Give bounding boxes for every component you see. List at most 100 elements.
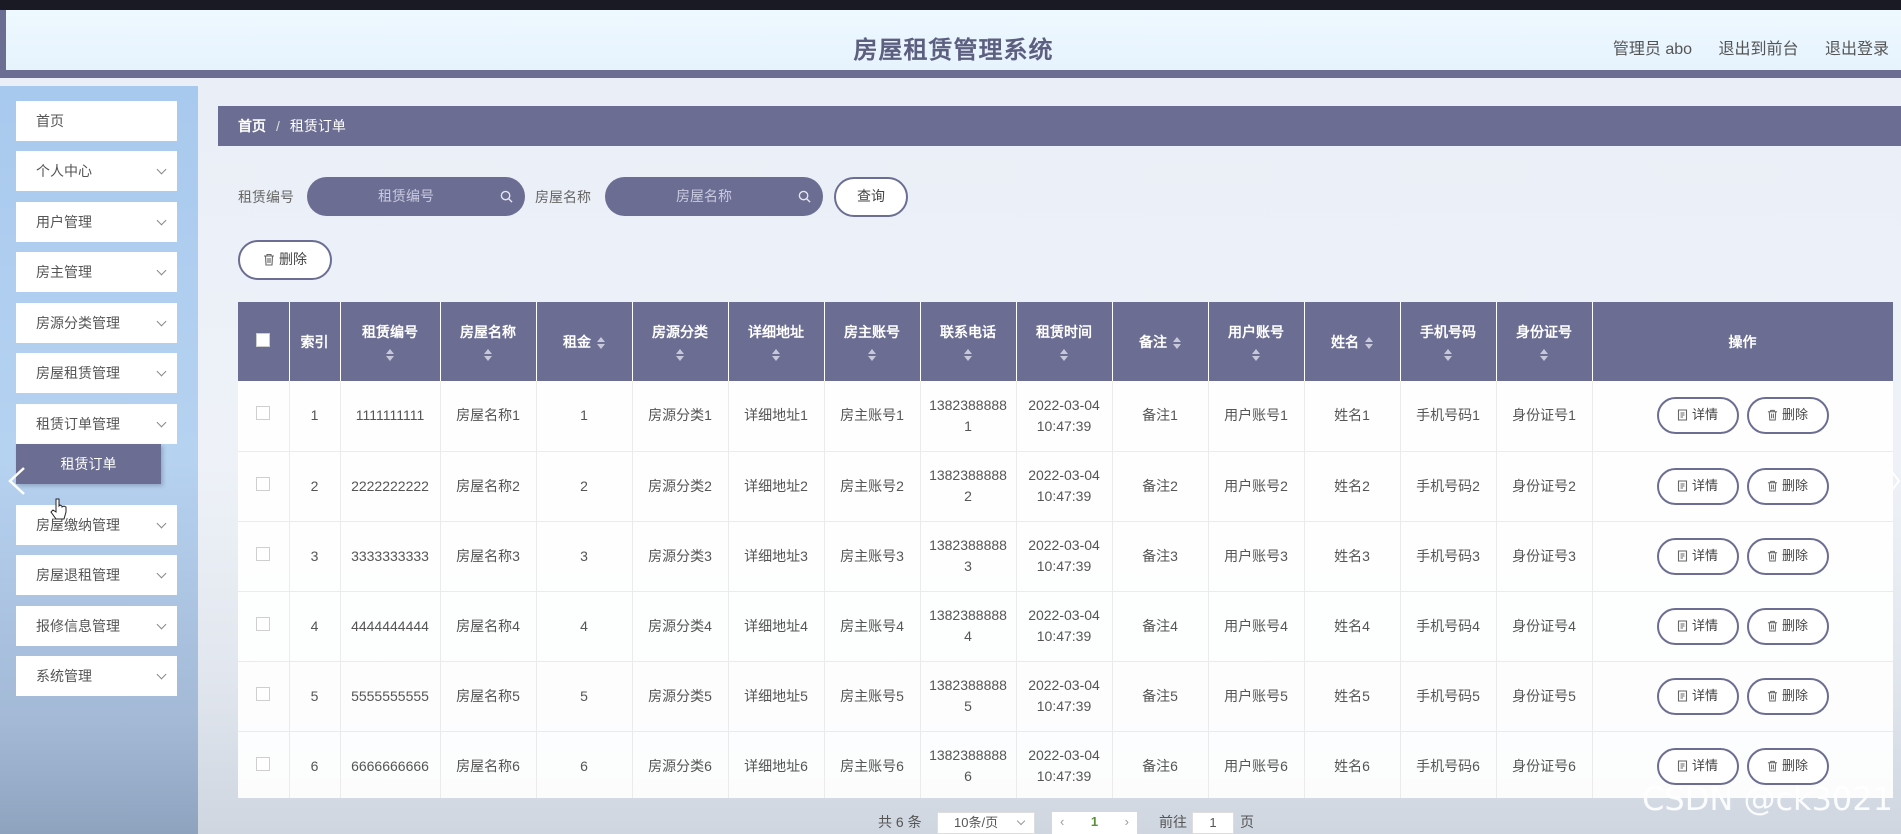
- detail-button[interactable]: 详情: [1656, 397, 1739, 435]
- delete-button[interactable]: 删除: [1746, 747, 1829, 785]
- sort-icon[interactable]: [964, 348, 972, 361]
- row-checkbox[interactable]: [256, 406, 271, 421]
- table-cell: 13823888886: [920, 731, 1017, 798]
- sidebar-subitem-lease-orders[interactable]: 租赁订单: [16, 444, 161, 484]
- sidebar-item-label: 用户管理: [36, 214, 92, 230]
- order-number-input[interactable]: 租赁编号: [307, 177, 525, 216]
- table-cell: 2022-03-04 10:47:39: [1016, 381, 1113, 452]
- table-cell: 身份证号3: [1496, 521, 1593, 592]
- row-checkbox[interactable]: [256, 616, 271, 631]
- select-all-checkbox[interactable]: [256, 333, 271, 347]
- column-header[interactable]: 房主账号: [824, 302, 921, 381]
- sort-icon[interactable]: [676, 348, 684, 361]
- back-to-front-link[interactable]: 退出到前台: [1719, 41, 1799, 58]
- row-checkbox[interactable]: [256, 476, 271, 491]
- table-cell: 身份证号5: [1496, 661, 1593, 732]
- table-cell: 详细地址6: [728, 731, 825, 798]
- table-cell: 姓名4: [1304, 591, 1401, 662]
- sidebar-item-personal-center[interactable]: 个人中心: [16, 151, 177, 191]
- detail-button[interactable]: 详情: [1656, 607, 1739, 645]
- table-row[interactable]: 1 1111111111 房屋名称1 1 房源分类1 详细地址1 房主账号1 13823888…: [238, 381, 1893, 452]
- sort-icon[interactable]: [1365, 336, 1373, 349]
- sort-icon[interactable]: [1173, 336, 1181, 349]
- row-select-cell: [238, 381, 290, 452]
- trash-icon: [1767, 690, 1778, 702]
- column-header: 操作: [1592, 302, 1893, 381]
- column-header[interactable]: 租赁编号: [340, 302, 441, 381]
- page-unit-label: 页: [1240, 814, 1254, 830]
- sort-icon[interactable]: [1060, 348, 1068, 361]
- column-header[interactable]: 租金: [536, 302, 633, 381]
- column-header[interactable]: 姓名: [1304, 302, 1401, 381]
- column-header[interactable]: 备注: [1112, 302, 1209, 381]
- logout-link[interactable]: 退出登录: [1825, 41, 1889, 58]
- delete-button[interactable]: 删除: [1746, 467, 1829, 505]
- goto-page-input[interactable]: 1: [1192, 812, 1234, 834]
- sort-icon[interactable]: [484, 348, 492, 361]
- sidebar-item-label: 租赁订单管理: [36, 416, 120, 432]
- bulk-delete-button[interactable]: 删除: [238, 240, 332, 280]
- sort-icon[interactable]: [597, 336, 605, 349]
- column-header-label: 索引: [300, 333, 329, 350]
- delete-button[interactable]: 删除: [1746, 397, 1829, 435]
- sidebar-item-landlord-management[interactable]: 房主管理: [16, 252, 177, 292]
- column-header[interactable]: 身份证号: [1496, 302, 1593, 381]
- table-row[interactable]: 5 5555555555 房屋名称5 5 房源分类5 详细地址5 房主账号5 13823888…: [238, 661, 1893, 732]
- table-cell: 1: [536, 381, 633, 452]
- sort-icon[interactable]: [1252, 348, 1260, 361]
- delete-button[interactable]: 删除: [1746, 677, 1829, 715]
- search-icon: [798, 190, 811, 203]
- row-checkbox[interactable]: [256, 546, 271, 561]
- next-page-icon[interactable]: ›: [1125, 812, 1129, 832]
- carousel-prev-arrow-icon[interactable]: [6, 466, 28, 496]
- sidebar-item-home[interactable]: 首页: [16, 101, 177, 141]
- lease-orders-table: 索引 租赁编号 房屋名称 租金 房源分类 详细地址 房主账号 联系电话 租赁时间 备注 用户账号 姓名…: [238, 302, 1893, 798]
- detail-button[interactable]: 详情: [1656, 677, 1739, 715]
- prev-page-icon[interactable]: ‹: [1060, 812, 1064, 832]
- sidebar-item-lease-order-management[interactable]: 租赁订单管理: [16, 404, 177, 444]
- sort-icon[interactable]: [1444, 348, 1452, 361]
- delete-button[interactable]: 删除: [1746, 607, 1829, 645]
- row-checkbox[interactable]: [256, 686, 271, 701]
- sidebar-item-repair-info-management[interactable]: 报修信息管理: [16, 606, 177, 646]
- current-page-number[interactable]: 1: [1091, 814, 1098, 829]
- sidebar-item-house-rental-management[interactable]: 房屋租赁管理: [16, 353, 177, 393]
- column-header[interactable]: 租赁时间: [1016, 302, 1113, 381]
- detail-button[interactable]: 详情: [1656, 747, 1739, 785]
- table-cell: 房源分类2: [632, 451, 729, 522]
- sidebar-item-user-management[interactable]: 用户管理: [16, 202, 177, 242]
- carousel-next-arrow-icon[interactable]: [1887, 466, 1901, 496]
- breadcrumb-home[interactable]: 首页: [238, 118, 266, 134]
- detail-button[interactable]: 详情: [1656, 467, 1739, 505]
- table-row[interactable]: 4 4444444444 房屋名称4 4 房源分类4 详细地址4 房主账号4 13823888…: [238, 591, 1893, 662]
- sort-icon[interactable]: [772, 348, 780, 361]
- table-row[interactable]: 3 3333333333 房屋名称3 3 房源分类3 详细地址3 房主账号3 13823888…: [238, 521, 1893, 592]
- sort-icon[interactable]: [386, 348, 394, 361]
- column-header[interactable]: 手机号码: [1400, 302, 1497, 381]
- column-header[interactable]: 房源分类: [632, 302, 729, 381]
- column-header[interactable]: 详细地址: [728, 302, 825, 381]
- table-cell: 用户账号1: [1208, 381, 1305, 452]
- table-cell: 13823888884: [920, 591, 1017, 662]
- column-header-label: 操作: [1728, 333, 1757, 350]
- house-name-input[interactable]: 房屋名称: [605, 177, 823, 216]
- column-header-label: 租赁编号: [362, 324, 418, 341]
- column-header[interactable]: 用户账号: [1208, 302, 1305, 381]
- sidebar-item-house-payment-management[interactable]: 房屋缴纳管理: [16, 505, 177, 545]
- page-size-select[interactable]: 10条/页: [937, 812, 1035, 834]
- sort-icon[interactable]: [1540, 348, 1548, 361]
- sort-icon[interactable]: [868, 348, 876, 361]
- table-cell: 4: [289, 591, 341, 662]
- row-checkbox[interactable]: [256, 756, 271, 771]
- chevron-down-icon: [156, 316, 167, 327]
- column-header[interactable]: 房屋名称: [440, 302, 537, 381]
- row-actions: 详情 删除: [1592, 521, 1893, 592]
- table-row[interactable]: 2 2222222222 房屋名称2 2 房源分类2 详细地址2 房主账号2 13823888…: [238, 451, 1893, 522]
- detail-button[interactable]: 详情: [1656, 537, 1739, 575]
- query-button[interactable]: 查询: [834, 177, 908, 217]
- column-header[interactable]: 联系电话: [920, 302, 1017, 381]
- sidebar-item-house-category-management[interactable]: 房源分类管理: [16, 303, 177, 343]
- delete-button[interactable]: 删除: [1746, 537, 1829, 575]
- sidebar-item-house-checkout-management[interactable]: 房屋退租管理: [16, 555, 177, 595]
- sidebar-item-system-management[interactable]: 系统管理: [16, 656, 177, 696]
